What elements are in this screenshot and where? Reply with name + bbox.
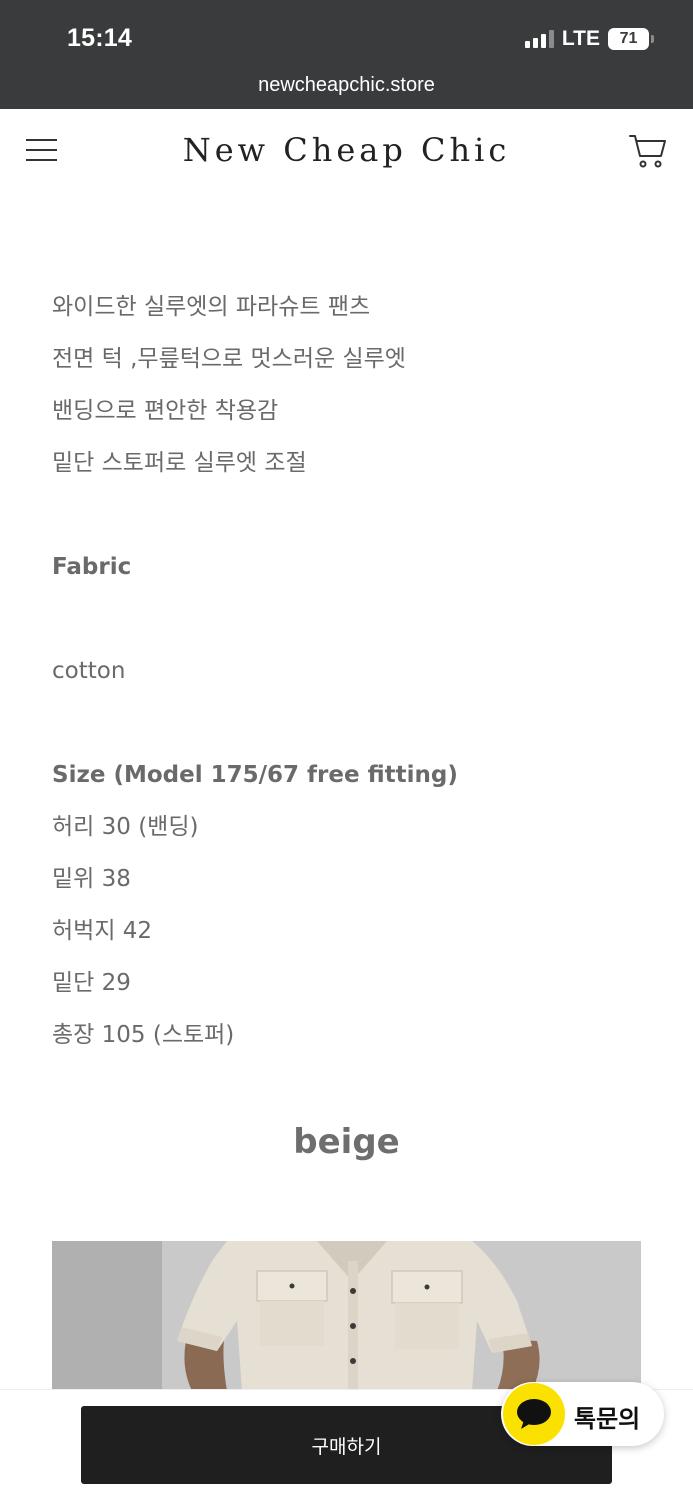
size-row: 밑위 38 (52, 866, 131, 892)
size-heading: Size (Model 175/67 free fitting) (52, 762, 458, 788)
shopping-cart-icon[interactable] (629, 133, 667, 169)
description-line: 밑단 스토퍼로 실루엣 조절 (52, 450, 307, 476)
size-row: 밑단 29 (52, 970, 131, 996)
signal-strength-icon (524, 30, 554, 48)
status-time: 15:14 (67, 24, 132, 52)
description-line: 전면 턱 ,무릎턱으로 멋스러운 실루엣 (52, 346, 406, 372)
color-option-title: beige (293, 1122, 400, 1162)
size-row: 허벅지 42 (52, 918, 153, 944)
description-line: 밴딩으로 편안한 착용감 (52, 398, 279, 424)
status-indicators: LTE 71 (524, 27, 654, 51)
fabric-value: cotton (52, 658, 126, 684)
size-row: 총장 105 (스토퍼) (52, 1022, 235, 1048)
hamburger-menu-icon[interactable] (26, 139, 57, 161)
address-bar-url[interactable]: newcheapchic.store (0, 74, 693, 97)
site-logo[interactable]: New Cheap Chic (0, 131, 693, 169)
network-type: LTE (561, 27, 600, 50)
site-header: New Cheap Chic (0, 109, 693, 195)
battery-level: 71 (619, 30, 638, 47)
kakao-chat-button[interactable]: 톡문의 (501, 1382, 664, 1446)
product-image (52, 1241, 641, 1391)
fabric-heading: Fabric (52, 554, 132, 580)
product-detail-content: 와이드한 실루엣의 파라슈트 팬츠 전면 턱 ,무릎턱으로 멋스러운 실루엣 밴… (52, 195, 652, 1061)
size-row: 허리 30 (밴딩) (52, 814, 199, 840)
battery-icon: 71 (608, 28, 654, 50)
kakao-chat-label: 톡문의 (574, 1405, 641, 1433)
status-bar: 15:14 LTE 71 newcheapchic.store (0, 0, 693, 109)
description-line: 와이드한 실루엣의 파라슈트 팬츠 (52, 294, 371, 320)
kakao-talk-icon (503, 1383, 565, 1445)
